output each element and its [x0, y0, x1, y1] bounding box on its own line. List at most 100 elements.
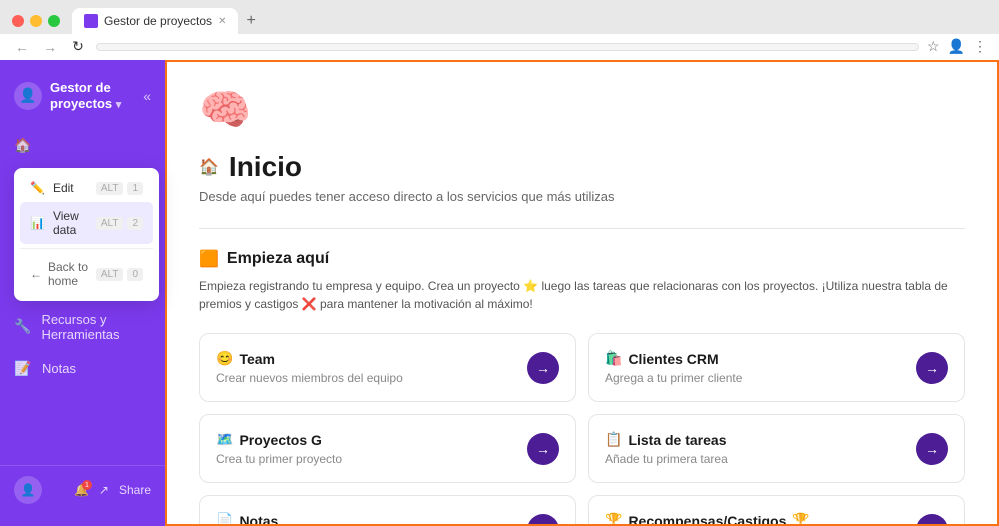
card-notas-icon: 📄: [216, 512, 233, 526]
section-heading: Empieza aquí: [227, 250, 329, 268]
card-crm-icon: 🛍️: [605, 350, 622, 367]
card-team-title: Team: [239, 351, 275, 367]
context-menu-view-data[interactable]: 📊 View data ALT 2: [20, 202, 153, 244]
back-shortcut-num: 0: [127, 268, 143, 281]
card-lista-tareas[interactable]: 📋 Lista de tareas Añade tu primera tarea…: [588, 414, 965, 483]
new-tab-button[interactable]: +: [242, 8, 259, 34]
sidebar: 👤 Gestor de proyectos ▾ « 🏠 📁 Proyectos …: [0, 60, 165, 526]
card-recompensas-arrow[interactable]: →: [916, 514, 948, 526]
card-crm-arrow[interactable]: →: [916, 352, 948, 384]
view-data-icon: 📊: [30, 216, 45, 230]
notification-badge: 1: [82, 480, 92, 490]
context-menu-edit[interactable]: ✏️ Edit ALT 1: [20, 174, 153, 202]
sidebar-brand: 👤 Gestor de proyectos ▾: [14, 80, 121, 112]
tab-label: Gestor de proyectos: [104, 14, 212, 28]
context-back-label: Back to home: [48, 260, 90, 288]
card-recompensas-suffix-icon: 🏆: [792, 512, 809, 526]
sidebar-footer: 👤 🔔 1 ↗ Share: [0, 465, 165, 514]
card-tareas-title: Lista de tareas: [628, 432, 726, 448]
sidebar-item-notas-label: Notas: [42, 361, 76, 376]
section-description: Empieza registrando tu empresa y equipo.…: [199, 277, 965, 313]
back-nav-button[interactable]: ←: [12, 39, 32, 55]
sidebar-item-recursos-label: Recursos y Herramientas: [41, 312, 151, 342]
card-recompensas-icon: 🏆: [605, 512, 622, 526]
card-recompensas[interactable]: 🏆 Recompensas/Castigos 🏆 Crea premios y …: [588, 495, 965, 526]
view-data-shortcut-key: ALT: [96, 217, 124, 230]
browser-actions: ☆ 👤 ⋮: [927, 38, 987, 55]
notes-icon: 📝: [14, 360, 32, 377]
card-notas[interactable]: 📄 Notas Añade tus primeras notas →: [199, 495, 576, 526]
card-tareas-desc: Añade tu primera tarea: [605, 452, 728, 466]
context-menu-divider: [20, 248, 153, 249]
card-team-arrow[interactable]: →: [527, 352, 559, 384]
minimize-button[interactable]: [30, 15, 42, 27]
card-proyectos-desc: Crea tu primer proyecto: [216, 452, 342, 466]
back-arrow-icon: ←: [30, 267, 42, 281]
page-heading: Inicio: [229, 151, 302, 183]
share-label[interactable]: Share: [119, 483, 151, 497]
cards-grid: 😊 Team Crear nuevos miembros del equipo …: [199, 333, 965, 526]
sidebar-brand-icon: 👤: [14, 82, 42, 110]
edit-shortcut-key: ALT: [96, 182, 124, 195]
page-title-icon: 🏠: [199, 157, 219, 177]
back-shortcut-key: ALT: [96, 268, 124, 281]
card-team-icon: 😊: [216, 350, 233, 367]
resources-icon: 🔧: [14, 318, 31, 335]
active-tab[interactable]: Gestor de proyectos ✕: [72, 8, 238, 34]
card-proyectos-g[interactable]: 🗺️ Proyectos G Crea tu primer proyecto →: [199, 414, 576, 483]
close-button[interactable]: [12, 15, 24, 27]
browser-nav: ← → ↻ ☆ 👤 ⋮: [0, 34, 999, 62]
share-icon[interactable]: ↗: [99, 483, 109, 497]
edit-shortcut: ALT 1: [96, 182, 143, 195]
card-notas-title: Notas: [239, 513, 278, 526]
page-title: 🏠 Inicio: [199, 151, 965, 183]
browser-chrome: Gestor de proyectos ✕ + ← → ↻ ☆ 👤 ⋮: [0, 0, 999, 60]
app: 👤 Gestor de proyectos ▾ « 🏠 📁 Proyectos …: [0, 60, 999, 526]
traffic-lights: [12, 15, 60, 27]
card-team-desc: Crear nuevos miembros del equipo: [216, 371, 403, 385]
card-tareas-icon: 📋: [605, 431, 622, 448]
brain-icon: 🧠: [199, 86, 965, 135]
sidebar-header: 👤 Gestor de proyectos ▾ «: [0, 72, 165, 128]
refresh-nav-button[interactable]: ↻: [68, 38, 88, 55]
profile-icon[interactable]: 👤: [948, 38, 965, 55]
tab-favicon: [84, 14, 98, 28]
browser-tabs: Gestor de proyectos ✕ +: [0, 0, 999, 34]
context-menu-back[interactable]: ← Back to home ALT 0: [20, 253, 153, 295]
user-avatar[interactable]: 👤: [14, 476, 42, 504]
tab-close-icon[interactable]: ✕: [218, 16, 226, 27]
sidebar-collapse-button[interactable]: «: [143, 88, 151, 104]
page-subtitle: Desde aquí puedes tener acceso directo a…: [199, 189, 965, 204]
sidebar-item-notas[interactable]: 📝 Notas: [0, 351, 165, 386]
main-inner: 🧠 🏠 Inicio Desde aquí puedes tener acces…: [167, 62, 997, 526]
sidebar-item-recursos[interactable]: 🔧 Recursos y Herramientas: [0, 303, 165, 351]
footer-actions: 🔔 1 ↗ Share: [74, 483, 151, 497]
edit-icon: ✏️: [30, 181, 45, 195]
context-view-data-label: View data: [53, 209, 88, 237]
edit-shortcut-num: 1: [127, 182, 143, 195]
card-recompensas-title: Recompensas/Castigos: [628, 513, 786, 526]
card-clientes-crm[interactable]: 🛍️ Clientes CRM Agrega a tu primer clien…: [588, 333, 965, 402]
menu-icon[interactable]: ⋮: [973, 38, 987, 55]
context-menu: ✏️ Edit ALT 1 📊 View data ALT 2: [14, 168, 159, 301]
address-bar[interactable]: [96, 43, 919, 51]
notification-bell[interactable]: 🔔 1: [74, 483, 89, 497]
card-proyectos-arrow[interactable]: →: [527, 433, 559, 465]
forward-nav-button[interactable]: →: [40, 39, 60, 55]
card-notas-arrow[interactable]: →: [527, 514, 559, 526]
sidebar-item-home[interactable]: 🏠: [0, 128, 165, 163]
card-team[interactable]: 😊 Team Crear nuevos miembros del equipo …: [199, 333, 576, 402]
section-icon: 🟧: [199, 249, 219, 269]
maximize-button[interactable]: [48, 15, 60, 27]
card-proyectos-title: Proyectos G: [239, 432, 321, 448]
bookmark-icon[interactable]: ☆: [927, 38, 940, 55]
card-crm-title: Clientes CRM: [628, 351, 718, 367]
sidebar-brand-title: Gestor de proyectos ▾: [50, 80, 121, 112]
main-content: 🧠 🏠 Inicio Desde aquí puedes tener acces…: [165, 60, 999, 526]
section-title: 🟧 Empieza aquí: [199, 249, 965, 269]
card-proyectos-icon: 🗺️: [216, 431, 233, 448]
view-data-shortcut-num: 2: [127, 217, 143, 230]
view-data-shortcut: ALT 2: [96, 217, 143, 230]
home-icon: 🏠: [14, 137, 32, 154]
card-tareas-arrow[interactable]: →: [916, 433, 948, 465]
